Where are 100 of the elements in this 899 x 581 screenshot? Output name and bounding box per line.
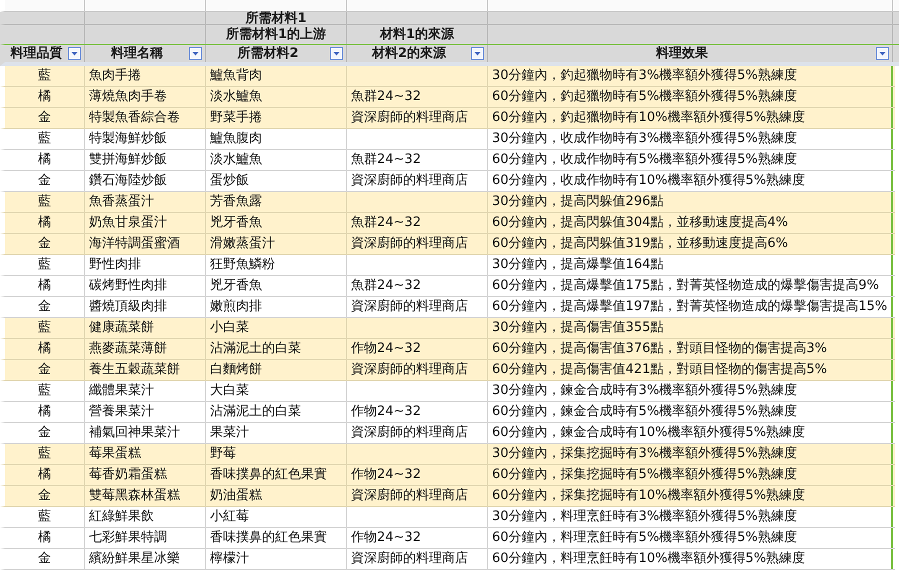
table-cell-text: 30分鐘內，鍊金合成時有3%機率額外獲得5%熟練度 [492,382,797,400]
table-cell-text: 檸檬汁 [210,550,249,568]
table-cell-text: 30分鐘內，釣起獵物時有3%機率額外獲得5%熟練度 [492,67,797,86]
table-cell-text: 魚群24~32 [351,151,421,170]
table-cell-text: 藍 [38,67,51,86]
table-cell-text: 橘 [38,466,51,484]
table-cell-text: 60分鐘內，提高傷害值421點，對頭目怪物的傷害提高5% [492,361,827,380]
table-cell-text: 60分鐘內，提高爆擊值197點，對菁英怪物造成的爆擊傷害提高15% [492,298,888,316]
table-cell-text: 60分鐘內，採集挖掘時有5%機率額外獲得5%熟練度 [492,466,797,484]
group-header: 所需材料1的上游 [226,28,326,41]
column-header: 所需材料2 [236,44,300,63]
filter-dropdown-icon[interactable] [189,47,202,60]
table-cell-text: 金 [38,172,51,190]
table-cell-text: 薄燒魚肉手卷 [89,88,167,106]
table-cell-text: 野性肉排 [89,256,141,274]
table-cell-text: 60分鐘內，採集挖掘時有10%機率額外獲得5%熟練度 [492,487,806,506]
table-cell-text: 60分鐘內，料理烹飪時有10%機率額外獲得5%熟練度 [492,550,806,568]
table-cell-text: 橘 [38,529,51,548]
table-cell-text: 60分鐘內，提高閃躲值304點，並移動速度提高4% [492,214,788,232]
table-cell-text: 藍 [38,319,51,338]
table-cell-text: 30分鐘內，提高傷害值355點 [492,319,664,338]
table-cell-text: 橘 [38,277,51,296]
table-cell-text: 60分鐘內，鍊金合成時有10%機率額外獲得5%熟練度 [492,424,806,442]
filter-dropdown-icon[interactable] [68,47,81,60]
group-header: 所需材料1 [245,12,307,24]
table-cell-text: 橘 [38,340,51,358]
table-cell-text: 資深廚師的料理商店 [351,298,468,316]
table-cell-text: 資深廚師的料理商店 [351,109,468,128]
table-cell-text: 滑嫩蒸蛋汁 [210,235,275,254]
table-cell-text: 金 [38,487,51,506]
table-cell-text: 資深廚師的料理商店 [351,424,468,442]
table-cell-text: 魚肉手捲 [89,67,141,86]
table-cell-text: 作物24~32 [351,340,421,358]
table-cell-text: 燕麥蔬菜薄餅 [89,340,167,358]
table-cell-text: 30分鐘內，料理烹飪時有3%機率額外獲得5%熟練度 [492,508,797,526]
group-header: 材料1的來源 [380,28,454,41]
table-cell-text: 繽紛鮮果星冰樂 [89,550,180,568]
table-cell-text: 藍 [38,256,51,274]
table-cell-text: 小紅莓 [210,508,249,526]
table-cell-text: 魚群24~32 [351,214,421,232]
table-cell-text: 作物24~32 [351,466,421,484]
table-cell-text: 60分鐘內，鍊金合成時有5%機率額外獲得5%熟練度 [492,403,797,422]
table-cell-text: 藍 [38,130,51,148]
table-cell-text: 60分鐘內，收成作物時有5%機率額外獲得5%熟練度 [492,151,797,170]
table-cell-text: 營養果菜汁 [89,403,154,422]
table-cell-text: 資深廚師的料理商店 [351,235,468,254]
table-cell-text: 資深廚師的料理商店 [351,487,468,506]
table-cell-text: 沾滿泥土的白菜 [210,340,301,358]
table-cell-text: 沾滿泥土的白菜 [210,403,301,422]
table-cell-text: 魚群24~32 [351,88,421,106]
table-cell-text: 淡水鱸魚 [210,88,262,106]
table-cell-text: 資深廚師的料理商店 [351,361,468,380]
table-cell-text: 30分鐘內，提高閃躲值296點 [492,193,664,212]
table-cell-text: 碳烤野性肉排 [89,277,167,296]
table-cell-text: 60分鐘內，提高爆擊值175點，對菁英怪物造成的爆擊傷害提高9% [492,277,879,296]
table-cell-text: 30分鐘內，提高爆擊值164點 [492,256,664,274]
table-cell-text: 大白菜 [210,382,249,400]
table-cell-text: 藍 [38,508,51,526]
table-cell-text: 作物24~32 [351,403,421,422]
table-cell-text: 狂野魚鱗粉 [210,256,275,274]
table-cell-text: 60分鐘內，釣起獵物時有10%機率額外獲得5%熟練度 [492,109,806,128]
filter-dropdown-icon[interactable] [471,47,484,60]
table-cell-text: 蛋炒飯 [210,172,249,190]
table-cell-text: 兇牙香魚 [210,214,262,232]
table-cell-text: 60分鐘內，收成作物時有10%機率額外獲得5%熟練度 [492,172,806,190]
table-cell-text: 鱸魚腹肉 [210,130,262,148]
table-cell-text: 香味撲鼻的紅色果實 [210,466,327,484]
table-cell-text: 藍 [38,382,51,400]
column-header: 料理品質 [9,44,64,63]
table-cell-text: 金 [38,424,51,442]
table-cell-text: 香味撲鼻的紅色果實 [210,529,327,548]
table-cell-text: 莓香奶霜蛋糕 [89,466,167,484]
table-cell-text: 60分鐘內，料理烹飪時有5%機率額外獲得5%熟練度 [492,529,797,548]
table-cell-text: 小白菜 [210,319,249,338]
table-cell-text: 資深廚師的料理商店 [351,550,468,568]
table-cell-text: 健康蔬菜餅 [89,319,154,338]
table-cell-text: 嫩煎肉排 [210,298,262,316]
table-cell-text: 60分鐘內，釣起獵物時有5%機率額外獲得5%熟練度 [492,88,797,106]
table-cell-text: 補氣回神果菜汁 [89,424,180,442]
table-cell-text: 白麵烤餅 [210,361,262,380]
table-cell-text: 魚香蒸蛋汁 [89,193,154,212]
table-cell-text: 30分鐘內，採集挖掘時有3%機率額外獲得5%熟練度 [492,445,797,464]
table-cell-text: 鑽石海陸炒飯 [89,172,167,190]
table-cell-text: 養生五穀蔬菜餅 [89,361,180,380]
table-cell-text: 海洋特調蛋蜜酒 [89,235,180,254]
table-cell-text: 金 [38,298,51,316]
table-cell-text: 野菜手捲 [210,109,262,128]
filter-dropdown-icon[interactable] [330,47,343,60]
table-cell-text: 纖體果菜汁 [89,382,154,400]
table-cell-text: 果菜汁 [210,424,249,442]
filter-dropdown-icon[interactable] [876,47,889,60]
table-cell-text: 淡水鱸魚 [210,151,262,170]
column-header: 料理名稱 [110,44,164,63]
table-cell-text: 芳香魚露 [210,193,262,212]
table-cell-text: 橘 [38,403,51,422]
table-cell-text: 60分鐘內，提高閃躲值319點，並移動速度提高6% [492,235,788,254]
table-cell-text: 藍 [38,445,51,464]
table-cell-text: 雙拼海鮮炒飯 [89,151,167,170]
table-cell-text: 特製魚香綜合卷 [89,109,180,128]
table-cell-text: 30分鐘內，收成作物時有3%機率額外獲得5%熟練度 [492,130,797,148]
